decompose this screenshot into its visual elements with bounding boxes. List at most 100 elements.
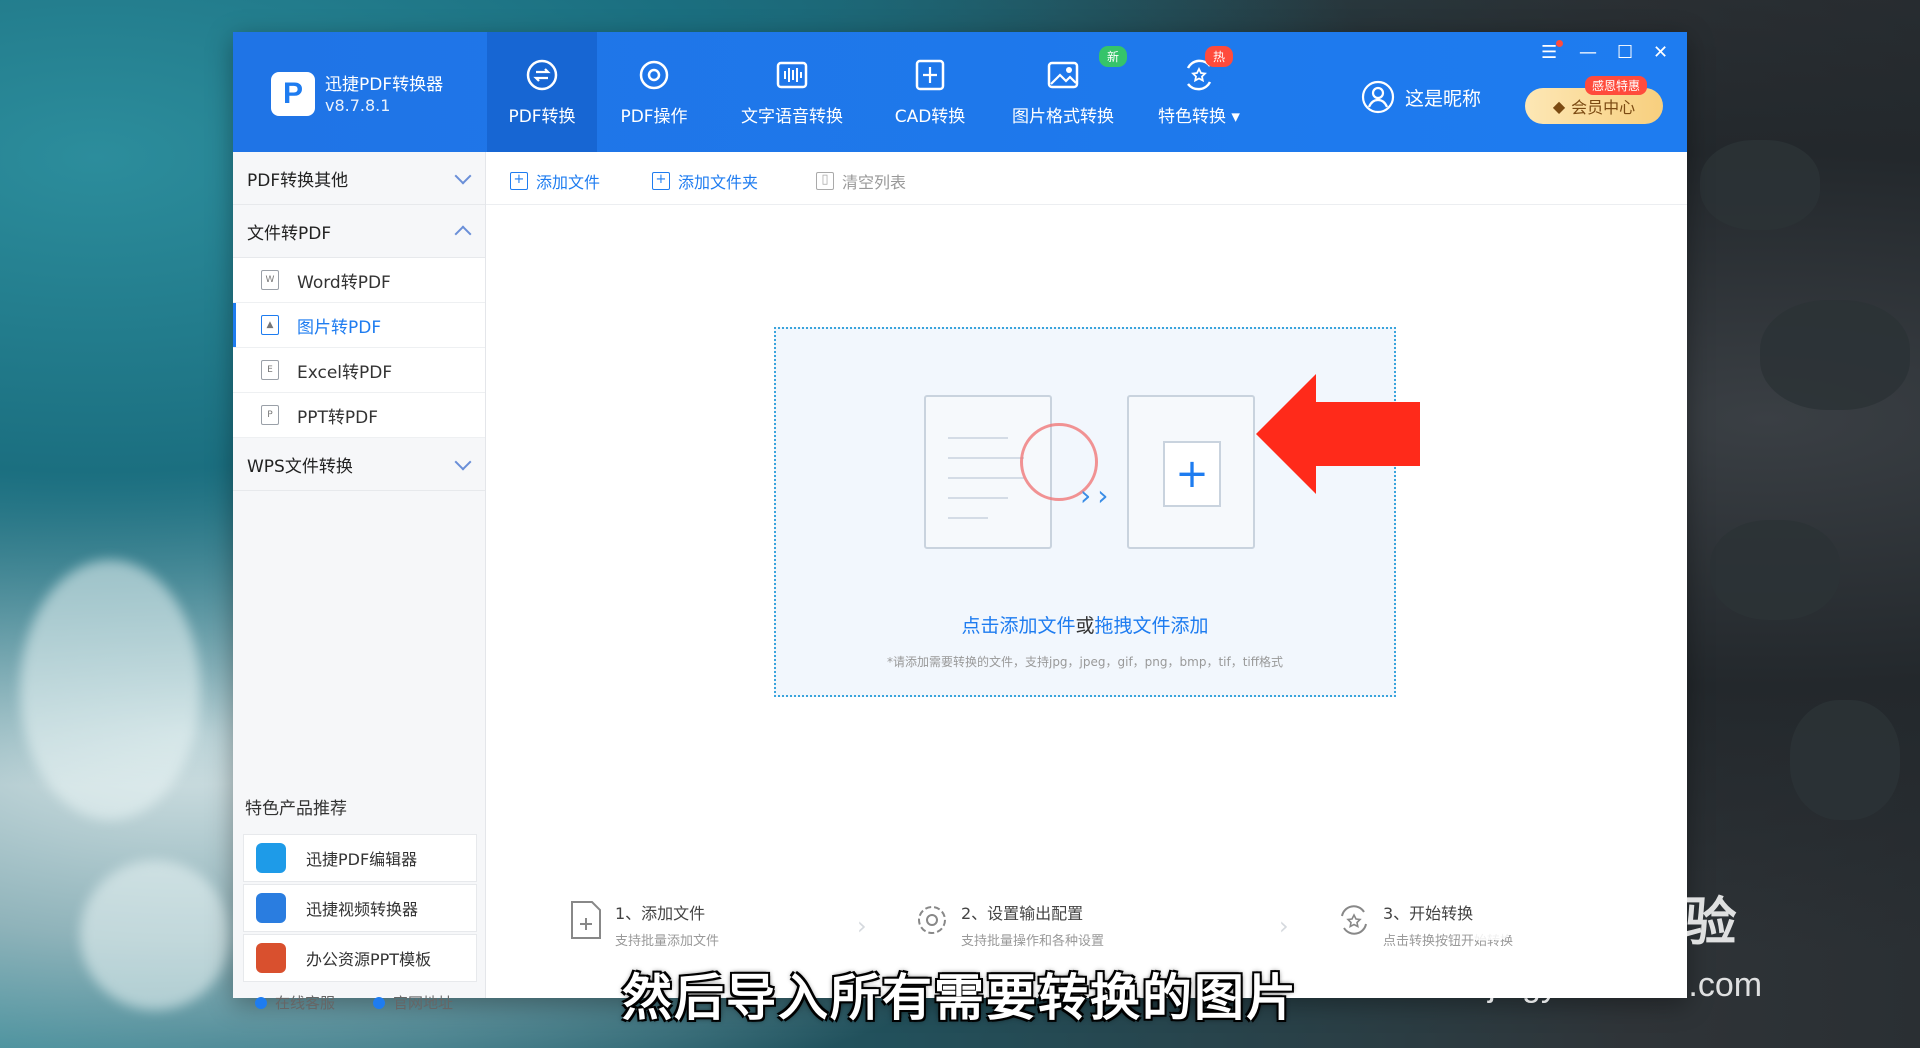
sidebar-item-excel-to-pdf[interactable]: E Excel转PDF <box>233 348 485 393</box>
tab-label: PDF操作 <box>620 106 688 127</box>
image-icon <box>1047 61 1079 88</box>
doc-line <box>948 517 988 519</box>
watermark-brand-a: Bai <box>1470 885 1567 954</box>
step-output-config: 2、设置输出配置 支持批量操作和各种设置 <box>915 900 1104 949</box>
tab-special-convert[interactable]: 特色转换 ▾ <box>1139 32 1259 152</box>
doc-line <box>948 477 1024 479</box>
drop-zone-instructions: 点击添加文件或拖拽文件添加 <box>776 611 1394 638</box>
new-badge: 新 <box>1099 46 1128 67</box>
group-label: WPS文件转换 <box>247 456 353 477</box>
doc-line <box>948 437 1008 439</box>
background-rock <box>1700 140 1820 230</box>
minimize-icon[interactable]: — <box>1579 42 1597 63</box>
cad-icon <box>915 59 945 90</box>
hot-badge: 热 <box>1205 46 1234 67</box>
group-label: 文件转PDF <box>247 223 332 244</box>
item-label: Word转PDF <box>297 272 391 293</box>
sidebar-group-wps[interactable]: WPS文件转换 <box>233 438 485 491</box>
add-folder-button[interactable]: + 添加文件夹 <box>652 169 758 193</box>
user-nickname: 这是昵称 <box>1405 87 1482 110</box>
trash-icon: ▯ <box>816 172 834 190</box>
add-file-icon: + <box>510 172 528 190</box>
chevron-right-icon: › <box>857 912 867 940</box>
audio-wave-icon <box>776 61 808 88</box>
tab-pdf-convert[interactable]: PDF转换 <box>487 32 597 152</box>
tab-cad-convert[interactable]: CAD转换 <box>875 32 985 152</box>
diamond-icon: ◆ <box>1552 96 1566 116</box>
menu-icon[interactable]: ☰ <box>1541 42 1557 63</box>
file-toolbar: + 添加文件 + 添加文件夹 ▯ 清空列表 <box>486 152 1687 205</box>
watermark-brand-b: 经验 <box>1632 894 1737 952</box>
maximize-icon[interactable]: ☐ <box>1617 42 1633 63</box>
click-add-file-link[interactable]: 点击添加文件 <box>961 615 1075 637</box>
convert-icon <box>526 59 558 90</box>
tab-label: 特色转换 ▾ <box>1158 106 1240 127</box>
top-bar: P 迅捷PDF转换器 v8.7.8.1 PDF转换 PDF操作 文字语音转换 C… <box>233 32 1687 152</box>
sidebar-item-ppt-to-pdf[interactable]: P PPT转PDF <box>233 393 485 438</box>
drag-add-file-text: 拖拽文件添加 <box>1094 615 1209 637</box>
add-folder-label: 添加文件夹 <box>678 173 759 192</box>
group-label: PDF转换其他 <box>247 170 349 191</box>
chevron-right-icon: › <box>1279 912 1289 940</box>
vip-label: 会员中心 <box>1571 98 1636 117</box>
chevron-up-icon <box>454 225 472 242</box>
tab-text-speech[interactable]: 文字语音转换 <box>717 32 867 152</box>
sidebar-group-pdf-to-other[interactable]: PDF转换其他 <box>233 152 485 205</box>
video-converter-app-icon <box>256 893 286 923</box>
red-arrow-annotation-icon <box>1256 374 1420 494</box>
add-placeholder-card[interactable]: + <box>1127 395 1255 549</box>
background-rock <box>1710 520 1840 620</box>
close-icon[interactable]: ✕ <box>1653 42 1668 63</box>
add-folder-icon: + <box>652 172 670 190</box>
app-logo-icon: P <box>271 72 315 116</box>
excel-file-icon: E <box>261 360 279 380</box>
baidu-jingyan-watermark: Bai❦ 经验 jingyan.baidu.com <box>1470 880 1762 1004</box>
tab-label: 图片格式转换 <box>1012 106 1114 127</box>
step-title: 2、设置输出配置 <box>961 904 1084 923</box>
promo-badge: 感恩特惠 <box>1585 76 1648 95</box>
background-foam <box>20 560 200 820</box>
settings-step-icon <box>918 906 946 934</box>
tab-pdf-operate[interactable]: PDF操作 <box>599 32 709 152</box>
supported-formats-hint: *请添加需要转换的文件，支持jpg，jpeg，gif，png，bmp，tif，t… <box>886 655 1284 669</box>
tab-label: 文字语音转换 <box>741 106 843 127</box>
chevron-down-icon: ▾ <box>1231 106 1240 127</box>
tab-label: CAD转换 <box>894 106 966 127</box>
sidebar-item-image-to-pdf[interactable]: ▲ 图片转PDF <box>233 303 485 348</box>
featured-label: 迅捷PDF编辑器 <box>306 850 418 869</box>
user-profile[interactable]: 这是昵称 <box>1361 80 1481 114</box>
double-chevron-right-icon: ›› <box>1080 479 1115 512</box>
step-add-file: 1、添加文件 支持批量添加文件 <box>569 900 719 949</box>
item-label: PPT转PDF <box>297 407 379 428</box>
paw-icon: ❦ <box>1566 885 1619 954</box>
sidebar-item-word-to-pdf[interactable]: W Word转PDF <box>233 258 485 303</box>
featured-video-converter[interactable]: 迅捷视频转换器 <box>243 884 477 932</box>
plus-icon: + <box>1163 441 1221 507</box>
step-title: 1、添加文件 <box>615 904 706 923</box>
sidebar: PDF转换其他 文件转PDF W Word转PDF ▲ 图片转PDF E Exc… <box>233 152 486 1012</box>
sidebar-group-file-to-pdf[interactable]: 文件转PDF <box>233 205 485 258</box>
featured-pdf-editor[interactable]: 迅捷PDF编辑器 <box>243 834 477 882</box>
notification-dot <box>1556 40 1563 47</box>
step-desc: 支持批量添加文件 <box>615 934 720 949</box>
word-file-icon: W <box>261 270 279 290</box>
add-file-button[interactable]: + 添加文件 <box>510 169 600 193</box>
background-rock <box>1760 300 1910 410</box>
image-file-icon: ▲ <box>261 315 279 335</box>
doc-line <box>948 497 1008 499</box>
featured-label: 迅捷视频转换器 <box>306 900 419 919</box>
ppt-file-icon: P <box>261 405 279 425</box>
clear-list-button[interactable]: ▯ 清空列表 <box>816 169 906 193</box>
item-label: 图片转PDF <box>297 317 382 338</box>
pdf-editor-app-icon <box>256 843 286 873</box>
clear-list-label: 清空列表 <box>842 173 907 192</box>
tab-label: PDF转换 <box>508 106 576 127</box>
doc-line <box>948 457 1024 459</box>
or-text: 或 <box>1075 615 1095 637</box>
app-window: P 迅捷PDF转换器 v8.7.8.1 PDF转换 PDF操作 文字语音转换 C… <box>233 32 1687 1012</box>
app-name: 迅捷PDF转换器 <box>325 75 444 95</box>
step-desc: 支持批量操作和各种设置 <box>961 934 1105 949</box>
app-version: v8.7.8.1 <box>325 96 391 115</box>
chevron-down-icon <box>454 453 472 470</box>
user-avatar-icon <box>1361 80 1395 114</box>
